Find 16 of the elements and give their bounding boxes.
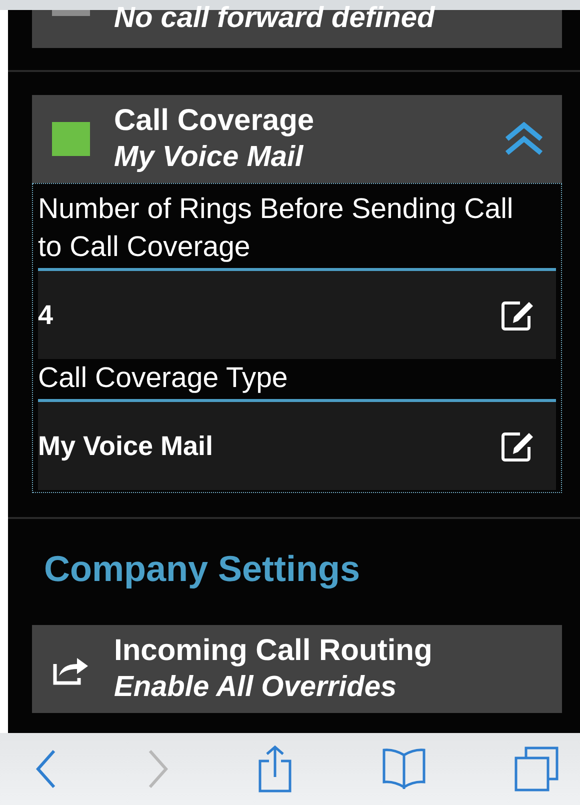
back-icon[interactable]: [34, 748, 58, 790]
tabs-icon[interactable]: [514, 746, 560, 792]
card-title: Call Coverage: [114, 103, 316, 139]
share-icon[interactable]: [257, 745, 293, 793]
card-subtitle: Enable All Overrides: [114, 670, 398, 705]
field-label: Number of Rings Before Sending Call to Call Coverage: [38, 192, 514, 265]
settings-card[interactable]: Call Coverage My Voice Mail: [32, 95, 562, 183]
field-label: Call Coverage Type: [38, 361, 289, 396]
card-subtitle: My Voice Mail: [114, 140, 304, 175]
book-icon[interactable]: [380, 747, 426, 791]
settings-card[interactable]: Incoming Call Routing Enable All Overrides: [32, 625, 562, 713]
section-heading: Company Settings: [44, 547, 362, 591]
value-field[interactable]: My Voice Mail: [38, 402, 556, 490]
card-title: Incoming Call Routing: [114, 633, 434, 669]
value-field[interactable]: 4: [38, 271, 556, 359]
chevron-up-icon[interactable]: [504, 122, 544, 156]
